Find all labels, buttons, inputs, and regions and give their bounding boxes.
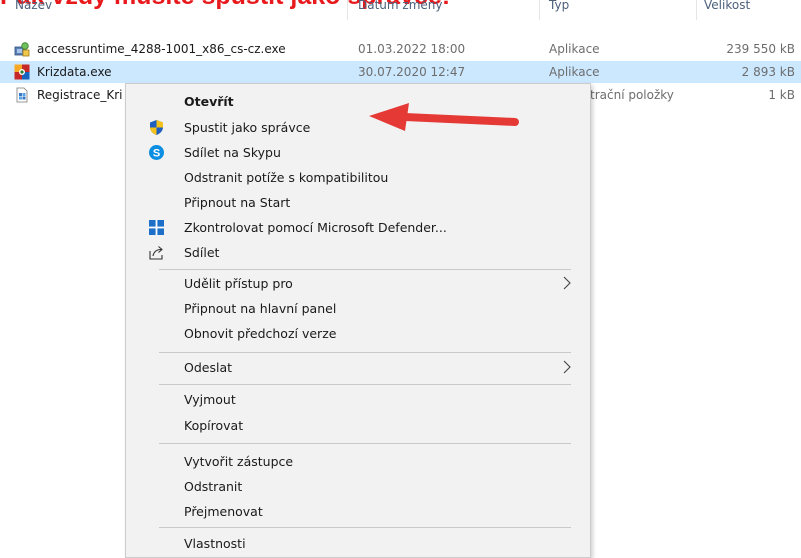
installer-icon [14, 41, 30, 57]
defender-icon [148, 219, 165, 236]
menu-item-create-shortcut[interactable]: Vytvořit zástupce [126, 449, 590, 475]
menu-item-delete[interactable]: Odstranit [126, 474, 590, 500]
menu-item-restore-versions[interactable]: Obnovit předchozí verze [126, 321, 590, 347]
file-date: 01.03.2022 18:00 [358, 42, 466, 56]
menu-item-label: Přejmenovat [184, 504, 263, 519]
menu-item-label: Odstranit [184, 479, 243, 494]
krizdata-app-icon [14, 64, 30, 80]
menu-item-give-access[interactable]: Udělit přístup pro [126, 271, 590, 297]
menu-item-label: Zkontrolovat pomocí Microsoft Defender..… [184, 220, 447, 235]
menu-item-label: Vytvořit zástupce [184, 454, 294, 469]
menu-item-pin-start[interactable]: Připnout na Start [126, 190, 590, 216]
menu-item-label: Udělit přístup pro [184, 276, 293, 291]
column-header: Název Datum změny Typ Velikost [0, 0, 801, 22]
file-row-selected[interactable]: Krizdata.exe 30.07.2020 12:47 Aplikace 2… [0, 61, 801, 83]
menu-item-defender[interactable]: Zkontrolovat pomocí Microsoft Defender..… [126, 215, 590, 241]
menu-item-label: Otevřít [184, 94, 234, 109]
file-type: trační položky [590, 88, 674, 102]
menu-item-label: Vyjmout [184, 392, 236, 407]
file-date: 30.07.2020 12:47 [358, 65, 466, 79]
file-type: Aplikace [549, 65, 600, 79]
menu-separator [159, 443, 571, 444]
column-divider[interactable] [696, 0, 697, 20]
menu-item-send-to[interactable]: Odeslat [126, 355, 590, 381]
file-size: 1 kB [768, 88, 795, 102]
menu-item-pin-taskbar[interactable]: Připnout na hlavní panel [126, 296, 590, 322]
svg-text:S: S [153, 148, 160, 160]
chevron-right-icon [562, 359, 572, 375]
menu-item-cut[interactable]: Vyjmout [126, 387, 590, 413]
menu-item-label: Kopírovat [184, 418, 244, 433]
file-type: Aplikace [549, 42, 600, 56]
menu-item-label: Obnovit předchozí verze [184, 326, 337, 341]
menu-item-label: Připnout na hlavní panel [184, 301, 337, 316]
context-menu: Otevřít Spustit jako správce S Sdílet na… [125, 83, 591, 558]
registry-icon [14, 87, 30, 103]
column-size[interactable]: Velikost [704, 0, 750, 12]
menu-item-label: Sdílet na Skypu [184, 145, 281, 160]
file-name: Krizdata.exe [37, 65, 112, 79]
column-name[interactable]: Název [15, 0, 52, 12]
file-size: 239 550 kB [726, 42, 795, 56]
menu-item-share-skype[interactable]: S Sdílet na Skypu [126, 140, 590, 166]
menu-item-copy[interactable]: Kopírovat [126, 413, 590, 439]
column-divider[interactable] [539, 0, 540, 20]
menu-item-label: Vlastnosti [184, 536, 246, 551]
menu-separator [159, 527, 571, 528]
chevron-right-icon [562, 275, 572, 291]
column-date[interactable]: Datum změny [358, 0, 443, 12]
skype-icon: S [148, 144, 165, 161]
menu-item-label: Spustit jako správce [184, 120, 311, 135]
menu-separator [159, 384, 571, 385]
menu-separator [159, 352, 571, 353]
menu-item-share[interactable]: Sdílet [126, 240, 590, 266]
menu-item-label: Sdílet [184, 245, 220, 260]
menu-item-troubleshoot[interactable]: Odstranit potíže s kompatibilitou [126, 165, 590, 191]
annotation-arrow-icon [369, 103, 519, 131]
file-size: 2 893 kB [741, 65, 795, 79]
column-divider[interactable] [347, 0, 348, 20]
file-name: accessruntime_4288-1001_x86_cs-cz.exe [37, 42, 286, 56]
admin-shield-icon [148, 119, 165, 136]
menu-item-properties[interactable]: Vlastnosti [126, 531, 590, 557]
share-icon [148, 244, 165, 261]
column-type[interactable]: Typ [549, 0, 569, 12]
menu-item-label: Odstranit potíže s kompatibilitou [184, 170, 389, 185]
file-name: Registrace_Kri [37, 88, 123, 102]
menu-item-label: Odeslat [184, 360, 233, 375]
menu-item-rename[interactable]: Přejmenovat [126, 499, 590, 525]
menu-separator [159, 269, 571, 270]
file-row[interactable]: accessruntime_4288-1001_x86_cs-cz.exe 01… [0, 38, 801, 60]
menu-item-label: Připnout na Start [184, 195, 291, 210]
